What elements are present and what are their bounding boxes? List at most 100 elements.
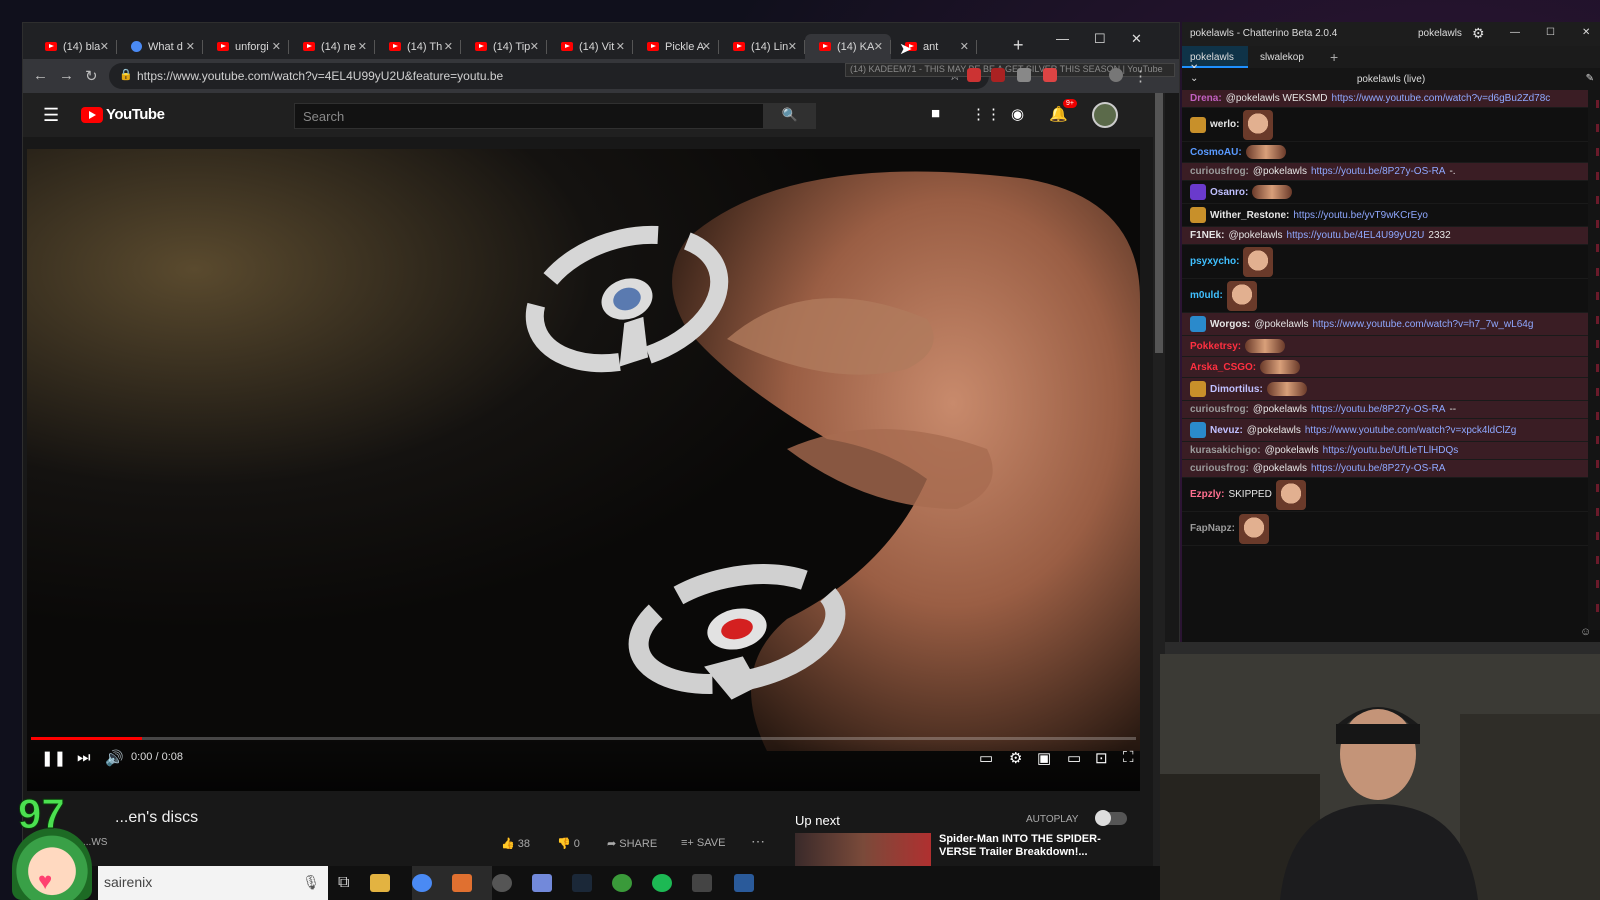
browser-tab[interactable]: (14) Tip ✕ <box>461 34 547 59</box>
close-window-button[interactable]: ✕ <box>1582 27 1590 38</box>
video-player[interactable]: ❚❚ ⏭ 🔊 0:00 / 0:08 ▭ ⚙ ▣ ▭ ⊡ ⛶ <box>27 149 1140 791</box>
chat-link[interactable]: https://youtu.be/8P27y-OS-RA <box>1311 463 1446 474</box>
apps-grid-icon[interactable]: ⋮⋮ <box>971 105 1001 123</box>
chat-username[interactable]: FapNapz: <box>1190 523 1235 534</box>
scrollbar-thumb[interactable] <box>1155 93 1163 353</box>
extension-icon[interactable] <box>1017 68 1031 82</box>
tab-slwalekop[interactable]: slwalekop <box>1252 46 1322 68</box>
up-next-title[interactable]: Spider-Man INTO THE SPIDER-VERSE Trailer… <box>939 833 1135 859</box>
settings-gear-icon[interactable]: ⚙ <box>1009 749 1022 767</box>
browser-tab[interactable]: (14) ne ✕ <box>289 34 375 59</box>
forward-button[interactable]: → <box>59 67 74 84</box>
chrome-menu-icon[interactable]: ⋮ <box>1133 67 1148 85</box>
close-tab-icon[interactable]: ✕ <box>444 40 453 53</box>
search-button[interactable]: 🔍 <box>764 103 816 129</box>
maximize-button[interactable]: ☐ <box>1546 27 1555 38</box>
taskbar-search-input[interactable]: sairenix 🎙 <box>98 866 328 900</box>
new-tab-button[interactable]: + <box>1013 35 1024 56</box>
obs-icon[interactable] <box>492 874 512 892</box>
chat-scrollbar[interactable] <box>1588 90 1600 630</box>
autoplay-toggle[interactable] <box>1095 810 1127 826</box>
minimize-button[interactable]: — <box>1510 27 1520 38</box>
chat-username[interactable]: Wither_Restone: <box>1210 210 1289 221</box>
create-video-icon[interactable]: ■ <box>931 105 940 122</box>
chat-username[interactable]: Arska_CSGO: <box>1190 362 1256 373</box>
chat-link[interactable]: https://www.youtube.com/watch?v=d6gBu2Zd… <box>1332 93 1551 104</box>
fullscreen-icon[interactable]: ⛶ <box>1123 749 1134 766</box>
chat-link[interactable]: https://youtu.be/4EL4U99yU2U <box>1287 230 1425 241</box>
chat-username[interactable]: Worgos: <box>1210 319 1250 330</box>
back-button[interactable]: ← <box>33 67 48 84</box>
chat-username[interactable]: werlo: <box>1210 119 1239 130</box>
spotify-icon[interactable] <box>652 874 672 892</box>
maximize-button[interactable]: ☐ <box>1094 31 1106 47</box>
chat-link[interactable]: https://www.youtube.com/watch?v=h7_7w_wL… <box>1312 319 1533 330</box>
discord-icon[interactable] <box>532 874 552 892</box>
chat-username[interactable]: Drena: <box>1190 93 1222 104</box>
chrome-icon[interactable] <box>412 874 432 892</box>
chat-username[interactable]: m0uld: <box>1190 290 1223 301</box>
extension-icon[interactable] <box>991 68 1005 82</box>
extension-icon[interactable] <box>1043 68 1057 82</box>
close-tab-icon[interactable]: ✕ <box>272 40 281 53</box>
like-button[interactable]: 👍 38 <box>501 837 530 850</box>
browser-tab[interactable]: Pickle A ✕ <box>633 34 719 59</box>
chat-username[interactable]: curiousfrog: <box>1190 166 1249 177</box>
close-tab-icon[interactable]: ✕ <box>788 40 797 53</box>
browser-tab[interactable]: (14) bla ✕ <box>31 34 117 59</box>
close-window-button[interactable]: ✕ <box>1131 31 1142 47</box>
user-avatar[interactable] <box>1092 102 1118 128</box>
chat-link[interactable]: https://youtu.be/yvT9wKCrEyo <box>1293 210 1428 221</box>
app-icon[interactable] <box>734 874 754 892</box>
profile-icon[interactable] <box>1109 68 1123 82</box>
browser-tab[interactable]: (14) Lin ✕ <box>719 34 805 59</box>
chat-username[interactable]: CosmoAU: <box>1190 147 1242 158</box>
browser-tab[interactable]: (14) Th ✕ <box>375 34 461 59</box>
more-actions-icon[interactable]: ⋯ <box>751 833 765 850</box>
chat-username[interactable]: curiousfrog: <box>1190 463 1249 474</box>
captions-icon[interactable]: ▭ <box>979 749 993 767</box>
browser-tab[interactable]: (14) Vit ✕ <box>547 34 633 59</box>
messages-icon[interactable]: ◉ <box>1011 105 1024 123</box>
browser-tab[interactable]: What d ✕ <box>117 34 203 59</box>
settings-gear-icon[interactable]: ⚙ <box>1472 25 1485 42</box>
close-tab-icon[interactable]: ✕ <box>616 40 625 53</box>
chat-username[interactable]: Pokketrsy: <box>1190 341 1241 352</box>
chat-link[interactable]: https://youtu.be/8P27y-OS-RA <box>1311 166 1446 177</box>
extension-icon[interactable] <box>967 68 981 82</box>
progress-bar[interactable] <box>31 737 1136 740</box>
save-button[interactable]: ≡+ SAVE <box>681 837 725 849</box>
emote-picker-icon[interactable]: ☺ <box>1580 626 1591 638</box>
share-button[interactable]: ➦ SHARE <box>607 837 657 850</box>
chatterino-user[interactable]: pokelawls <box>1418 28 1462 39</box>
close-tab-icon[interactable]: ✕ <box>874 40 883 53</box>
browser-tab[interactable]: (14) KA ✕ <box>805 34 891 59</box>
theater-mode-icon[interactable]: ▭ <box>1067 749 1081 767</box>
microphone-icon[interactable]: 🎙 <box>302 874 320 891</box>
reload-button[interactable]: ↻ <box>85 67 98 85</box>
chat-username[interactable]: curiousfrog: <box>1190 404 1249 415</box>
chat-username[interactable]: Dimortilus: <box>1210 384 1263 395</box>
tab-pokelawls[interactable]: pokelawls ✕ <box>1182 46 1248 74</box>
chat-username[interactable]: F1NEk: <box>1190 230 1224 241</box>
chat-username[interactable]: kurasakichigo: <box>1190 445 1261 456</box>
pause-icon[interactable]: ❚❚ <box>41 749 66 767</box>
chat-link[interactable]: https://www.youtube.com/watch?v=xpck4ldC… <box>1305 425 1516 436</box>
chat-username[interactable]: psyxycho: <box>1190 256 1239 267</box>
chat-link[interactable]: https://youtu.be/UfLleTLlHDQs <box>1323 445 1459 456</box>
browser-tab[interactable]: unforgi ✕ <box>203 34 289 59</box>
miniplayer-icon[interactable]: ▣ <box>1037 749 1051 767</box>
youtube-logo[interactable]: YouTube <box>81 106 165 123</box>
steam-icon[interactable] <box>572 874 592 892</box>
minimize-button[interactable]: — <box>1056 31 1069 46</box>
edit-pencil-icon[interactable]: ✎ <box>1586 73 1594 84</box>
chat-username[interactable]: Nevuz: <box>1210 425 1243 436</box>
close-tab-icon[interactable]: ✕ <box>960 40 969 53</box>
chevron-down-icon[interactable]: ⌄ <box>1190 73 1198 84</box>
close-tab-icon[interactable]: ✕ <box>530 40 539 53</box>
volume-icon[interactable]: 🔊 <box>105 749 124 767</box>
file-explorer-icon[interactable] <box>370 874 390 892</box>
search-input[interactable]: Search <box>294 103 764 129</box>
app-icon[interactable] <box>692 874 712 892</box>
add-tab-icon[interactable]: + <box>1330 49 1338 65</box>
